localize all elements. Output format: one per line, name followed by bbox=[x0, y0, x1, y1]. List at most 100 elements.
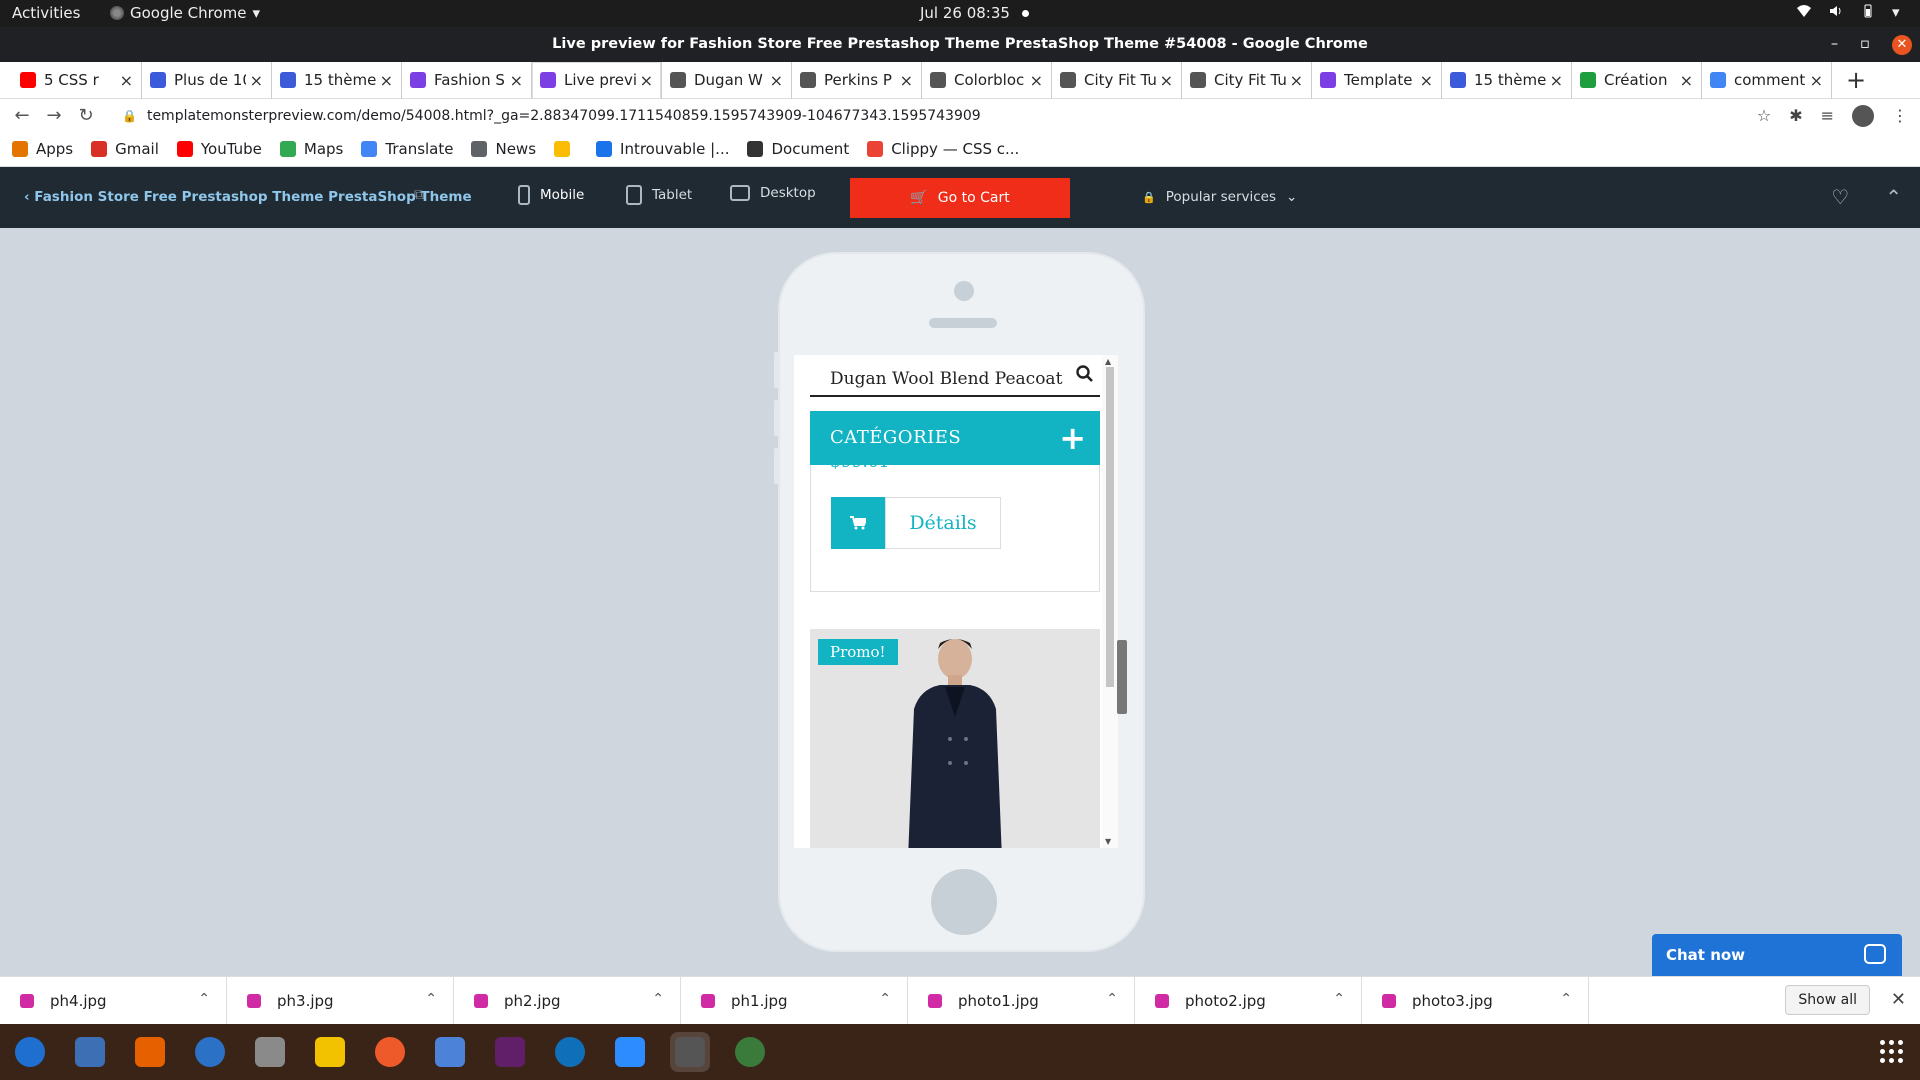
chromium-icon[interactable] bbox=[430, 1032, 470, 1072]
add-to-cart-button[interactable] bbox=[831, 497, 885, 549]
browser-tab[interactable]: 15 thème × bbox=[272, 61, 402, 99]
scrollbar[interactable]: ▲ ▼ bbox=[1102, 355, 1118, 848]
tab-close-icon[interactable]: × bbox=[900, 71, 913, 90]
bookmark-item[interactable]: Gmail bbox=[91, 140, 159, 158]
download-item[interactable]: ph1.jpg ⌃ bbox=[681, 976, 908, 1025]
bookmark-item[interactable]: Translate bbox=[361, 140, 453, 158]
tab-close-icon[interactable]: × bbox=[380, 71, 393, 90]
bookmark-item[interactable]: Introuvable |... bbox=[596, 140, 729, 158]
tab-close-icon[interactable]: × bbox=[770, 71, 783, 90]
external-link-icon[interactable]: ⧉ bbox=[414, 187, 424, 203]
chevron-up-icon[interactable]: ⌃ bbox=[1560, 991, 1572, 1007]
show-all-button[interactable]: Show all bbox=[1785, 985, 1870, 1015]
activities-button[interactable]: Activities bbox=[12, 4, 80, 22]
tab-close-icon[interactable]: × bbox=[510, 71, 523, 90]
window-close-button[interactable]: ✕ bbox=[1892, 34, 1912, 55]
extensions-icon[interactable]: ✱ bbox=[1789, 106, 1802, 125]
chevron-up-icon[interactable]: ⌃ bbox=[1333, 991, 1345, 1007]
tab-close-icon[interactable]: × bbox=[1550, 71, 1563, 90]
tab-close-icon[interactable]: × bbox=[1420, 71, 1433, 90]
chevron-up-icon[interactable]: ⌃ bbox=[879, 991, 891, 1007]
browser-tab[interactable]: Création × bbox=[1572, 61, 1702, 99]
device-mobile-button[interactable]: Mobile bbox=[518, 185, 584, 205]
translate-app-icon[interactable] bbox=[70, 1032, 110, 1072]
bookmark-item[interactable]: Apps bbox=[12, 140, 73, 158]
download-item[interactable]: ph4.jpg ⌃ bbox=[0, 976, 227, 1025]
browser-tab[interactable]: Live previ × bbox=[532, 61, 662, 99]
browser-tab[interactable]: Template × bbox=[1312, 61, 1442, 99]
zoom-icon[interactable] bbox=[610, 1032, 650, 1072]
download-item[interactable]: photo3.jpg ⌃ bbox=[1362, 976, 1589, 1025]
popular-services-dropdown[interactable]: 🔒 Popular services ⌄ bbox=[1142, 189, 1297, 205]
files-icon[interactable] bbox=[250, 1032, 290, 1072]
download-item[interactable]: photo1.jpg ⌃ bbox=[908, 976, 1135, 1025]
slack-icon[interactable] bbox=[490, 1032, 530, 1072]
chat-now-widget[interactable]: Chat now bbox=[1652, 934, 1902, 976]
vscode-icon[interactable] bbox=[550, 1032, 590, 1072]
menu-kebab-icon[interactable]: ⋮ bbox=[1892, 106, 1908, 125]
help-icon[interactable] bbox=[10, 1032, 50, 1072]
browser-tab[interactable]: 5 CSS r × bbox=[12, 61, 142, 99]
browser-tab[interactable]: comment × bbox=[1702, 61, 1832, 99]
chevron-up-icon[interactable]: ⌃ bbox=[425, 991, 437, 1007]
app-menu[interactable]: Google Chrome ▾ bbox=[110, 4, 260, 22]
tab-close-icon[interactable]: × bbox=[1160, 71, 1173, 90]
browser-tab[interactable]: Plus de 10 × bbox=[142, 61, 272, 99]
browser-tab[interactable]: City Fit Tu × bbox=[1182, 61, 1312, 99]
browser-tab[interactable]: Fashion S × bbox=[402, 61, 532, 99]
download-item[interactable]: ph3.jpg ⌃ bbox=[227, 976, 454, 1025]
chevron-up-icon[interactable]: ⌃ bbox=[1106, 991, 1118, 1007]
scroll-down-icon[interactable]: ▼ bbox=[1105, 837, 1111, 846]
chrome-icon[interactable] bbox=[670, 1032, 710, 1072]
tab-close-icon[interactable]: × bbox=[120, 71, 133, 90]
search-icon[interactable] bbox=[1076, 365, 1094, 383]
close-icon[interactable]: ✕ bbox=[1891, 989, 1906, 1010]
forward-icon[interactable]: → bbox=[38, 105, 70, 126]
browser-tab[interactable]: Dugan W × bbox=[662, 61, 792, 99]
thunderbird-icon[interactable] bbox=[190, 1032, 230, 1072]
reload-icon[interactable]: ↻ bbox=[70, 105, 102, 126]
system-tray[interactable]: ▾ bbox=[1796, 3, 1908, 21]
restore-icon[interactable]: ▫ bbox=[1860, 27, 1870, 62]
tab-close-icon[interactable]: × bbox=[1810, 71, 1823, 90]
tab-close-icon[interactable]: × bbox=[250, 71, 263, 90]
chevron-up-icon[interactable]: ⌃ bbox=[198, 991, 210, 1007]
phone-screen[interactable]: Dugan Wool Blend Peacoat Détails $99.01 … bbox=[794, 355, 1118, 848]
profile-avatar[interactable] bbox=[1852, 104, 1874, 127]
minimize-icon[interactable]: – bbox=[1831, 27, 1838, 62]
browser-tab[interactable]: Colorbloc × bbox=[922, 61, 1052, 99]
device-desktop-button[interactable]: Desktop bbox=[730, 185, 816, 201]
download-item[interactable]: ph2.jpg ⌃ bbox=[454, 976, 681, 1025]
tab-close-icon[interactable]: × bbox=[1290, 71, 1303, 90]
go-to-cart-button[interactable]: 🛒 Go to Cart bbox=[850, 178, 1070, 218]
browser-tab[interactable]: 15 thème × bbox=[1442, 61, 1572, 99]
tab-close-icon[interactable]: × bbox=[1030, 71, 1043, 90]
bookmark-item[interactable]: Maps bbox=[279, 140, 343, 158]
tab-close-icon[interactable]: × bbox=[1680, 71, 1693, 90]
inner-scrollbar-thumb[interactable] bbox=[1117, 640, 1127, 714]
device-tablet-button[interactable]: Tablet bbox=[626, 185, 692, 205]
bookmark-item[interactable] bbox=[554, 141, 578, 157]
media-control-icon[interactable]: ≡ bbox=[1821, 106, 1834, 125]
chevron-up-icon[interactable]: ⌃ bbox=[652, 991, 664, 1007]
browser-tab[interactable]: City Fit Tu × bbox=[1052, 61, 1182, 99]
heart-icon[interactable]: ♡ bbox=[1831, 185, 1849, 209]
clock[interactable]: Jul 26 08:35 bbox=[920, 4, 1029, 22]
show-applications-icon[interactable] bbox=[1880, 1040, 1904, 1064]
search-input[interactable]: Dugan Wool Blend Peacoat bbox=[810, 355, 1100, 397]
bookmark-item[interactable]: News bbox=[471, 140, 536, 158]
tab-close-icon[interactable]: × bbox=[640, 71, 653, 90]
categories-toggle[interactable]: CATÉGORIES + bbox=[810, 411, 1100, 465]
rhythmbox-icon[interactable] bbox=[310, 1032, 350, 1072]
new-tab-icon[interactable]: + bbox=[1846, 66, 1866, 94]
bookmark-item[interactable]: Document bbox=[747, 140, 849, 158]
paint-icon[interactable] bbox=[730, 1032, 770, 1072]
back-to-product-link[interactable]: ‹ Fashion Store Free Prestashop Theme Pr… bbox=[24, 189, 472, 205]
details-button[interactable]: Détails bbox=[885, 497, 1001, 549]
software-icon[interactable] bbox=[370, 1032, 410, 1072]
bookmark-item[interactable]: YouTube bbox=[176, 140, 262, 158]
bookmark-item[interactable]: Clippy — CSS c... bbox=[867, 140, 1019, 158]
scrollbar-thumb[interactable] bbox=[1106, 367, 1114, 687]
product-image[interactable]: Promo! bbox=[810, 629, 1100, 848]
browser-tab[interactable]: Perkins P × bbox=[792, 61, 922, 99]
